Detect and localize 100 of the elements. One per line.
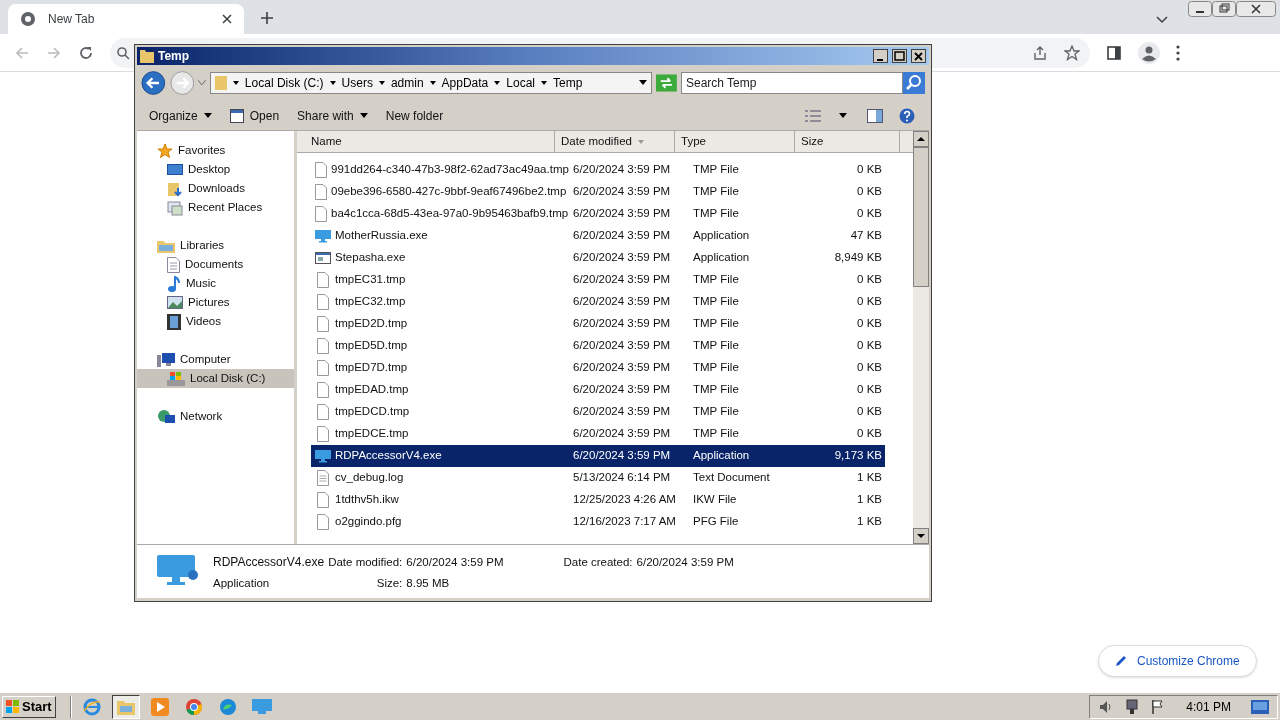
- clock[interactable]: 4:01 PM: [1186, 697, 1231, 716]
- windows-logo-icon: [6, 699, 20, 714]
- file-row[interactable]: 09ebe396-6580-427c-9bbf-9eaf67496be2.tmp 6/20/2024 3:59 PM TMP File 0 KB: [311, 181, 885, 203]
- breadcrumb-item[interactable]: Temp: [552, 74, 583, 92]
- scrollbar[interactable]: [913, 131, 929, 544]
- sidebar-item[interactable]: Libraries: [137, 236, 294, 255]
- start-button[interactable]: Start: [2, 695, 56, 718]
- file-type: IKW File: [693, 493, 737, 506]
- close-icon[interactable]: [911, 49, 926, 63]
- toolbar-button[interactable]: New folder: [377, 103, 452, 128]
- detail-value: 6/20/2024 3:59 PM: [636, 555, 734, 570]
- customize-chrome-button[interactable]: Customize Chrome: [1098, 645, 1257, 677]
- sidebar-item[interactable]: Desktop: [137, 160, 294, 179]
- refresh-icon[interactable]: [656, 74, 677, 92]
- date-modified: 6/20/2024 3:59 PM: [573, 427, 671, 440]
- file-icon: [317, 426, 329, 442]
- sidebar-item[interactable]: Documents: [137, 255, 294, 274]
- toolbar-button[interactable]: Open: [221, 103, 288, 128]
- file-name: tmpEDCD.tmp: [335, 404, 410, 420]
- scroll-down-icon[interactable]: [913, 528, 929, 544]
- scroll-thumb[interactable]: [913, 147, 929, 287]
- help-icon[interactable]: [899, 107, 915, 124]
- file-row[interactable]: tmpEDCE.tmp 6/20/2024 3:59 PM TMP File 0 KB: [311, 423, 885, 445]
- date-modified: 6/20/2024 3:59 PM: [573, 383, 671, 396]
- file-icon: [317, 272, 329, 288]
- date-modified: 12/25/2023 4:26 AM: [573, 493, 676, 506]
- file-row[interactable]: tmpEDAD.tmp 6/20/2024 3:59 PM TMP File 0 KB: [311, 379, 885, 401]
- date-modified: 6/20/2024 3:59 PM: [573, 295, 671, 308]
- reload-icon[interactable]: [78, 44, 94, 61]
- caret-down-icon[interactable]: [839, 113, 847, 118]
- file-row[interactable]: tmpEC32.tmp 6/20/2024 3:59 PM TMP File 0 KB: [311, 291, 885, 313]
- sort-arrow-icon: [637, 139, 644, 144]
- taskbar-app[interactable]: [111, 694, 140, 719]
- profile-icon[interactable]: [1138, 41, 1160, 64]
- file-row[interactable]: tmpED2D.tmp 6/20/2024 3:59 PM TMP File 0 KB: [311, 313, 885, 335]
- breadcrumb-item[interactable]: Users: [341, 74, 373, 92]
- close-icon[interactable]: [1236, 1, 1276, 17]
- file-row[interactable]: tmpEDCD.tmp 6/20/2024 3:59 PM TMP File 0 KB: [311, 401, 885, 423]
- sidebar-item[interactable]: Videos: [137, 312, 294, 331]
- chevron-down-icon[interactable]: [1156, 16, 1168, 24]
- maximize-icon[interactable]: [892, 49, 907, 63]
- date-modified: 6/20/2024 3:59 PM: [573, 405, 671, 418]
- toolbar-button[interactable]: Share with: [289, 103, 376, 128]
- disk-drive-icon: [167, 370, 185, 387]
- file-row[interactable]: cv_debug.log 5/13/2024 6:14 PM Text Document 1 KB: [311, 467, 885, 489]
- sidebar-item[interactable]: Recent Places: [137, 198, 294, 217]
- file-icon: [317, 294, 329, 310]
- breadcrumb-item[interactable]: admin: [390, 74, 424, 92]
- file-row[interactable]: ba4c1cca-68d5-43ea-97a0-9b95463bafb9.tmp 6/20/2024 3:59 PM TMP File 0 KB: [311, 203, 885, 225]
- side-panel-icon[interactable]: [1106, 44, 1122, 61]
- sidebar-item[interactable]: Downloads: [137, 179, 294, 198]
- date-modified: 6/20/2024 3:59 PM: [573, 207, 671, 220]
- new-tab-icon[interactable]: [260, 11, 274, 25]
- open-window-icon: [229, 108, 244, 123]
- chrome-icon: [20, 11, 36, 27]
- file-size: 0 KB: [857, 361, 882, 374]
- file-row[interactable]: MotherRussia.exe 6/20/2024 3:59 PM Application 47 KB: [311, 225, 885, 247]
- minimize-icon[interactable]: [873, 49, 888, 63]
- browser-tab[interactable]: New Tab: [8, 4, 244, 34]
- sidebar-item[interactable]: Favorites: [137, 141, 294, 160]
- file-row[interactable]: tmpED5D.tmp 6/20/2024 3:59 PM TMP File 0 KB: [311, 335, 885, 357]
- scroll-up-icon[interactable]: [913, 131, 929, 147]
- file-row[interactable]: 991dd264-c340-47b3-98f2-62ad73ac49aa.tmp 6/20/2024 3:59 PM TMP File 0 KB: [311, 159, 885, 181]
- search-field[interactable]: Search Temp: [681, 72, 903, 94]
- file-row[interactable]: tmpED7D.tmp 6/20/2024 3:59 PM TMP File 0 KB: [311, 357, 885, 379]
- sidebar-item[interactable]: Local Disk (C:): [137, 369, 294, 388]
- breadcrumb-item[interactable]: AppData: [441, 74, 489, 92]
- file-row[interactable]: RDPAccessorV4.exe 6/20/2024 3:59 PM Application 9,173 KB: [311, 445, 885, 467]
- share-icon[interactable]: [1032, 44, 1048, 61]
- edge-icon: [218, 697, 237, 716]
- file-row[interactable]: 1tdthv5h.ikw 12/25/2023 4:26 AM IKW File 1 KB: [311, 489, 885, 511]
- network-icon[interactable]: [1124, 698, 1141, 715]
- restore-icon[interactable]: [1212, 1, 1236, 17]
- bookmark-star-icon[interactable]: [1064, 44, 1080, 61]
- sidebar-item[interactable]: Network: [137, 407, 294, 426]
- back-icon[interactable]: [141, 70, 166, 96]
- sidebar-item[interactable]: Computer: [137, 350, 294, 369]
- preview-pane-icon[interactable]: [867, 108, 883, 123]
- breadcrumb-item[interactable]: Local: [506, 74, 535, 92]
- file-row[interactable]: o2ggindo.pfg 12/16/2023 7:17 AM PFG File 1 KB: [311, 511, 885, 533]
- sidebar-item[interactable]: Pictures: [137, 293, 294, 312]
- column-header[interactable]: Size: [795, 131, 900, 152]
- minimize-icon[interactable]: [1188, 1, 1212, 17]
- download-folder-icon: [167, 180, 183, 197]
- toolbar-button[interactable]: Organize: [141, 103, 220, 128]
- sidebar-item[interactable]: Music: [137, 274, 294, 293]
- file-name: tmpEC31.tmp: [335, 272, 406, 288]
- date-modified: 6/20/2024 3:59 PM: [573, 317, 671, 330]
- column-header[interactable]: Date modified: [555, 131, 675, 152]
- show-desktop-icon[interactable]: [1251, 699, 1269, 714]
- file-row[interactable]: Stepasha.exe 6/20/2024 3:59 PM Application 8,949 KB: [311, 247, 885, 269]
- column-header[interactable]: Name: [297, 131, 555, 152]
- menu-icon[interactable]: [1176, 44, 1180, 61]
- address-bar[interactable]: Local Disk (C:) Users admin AppData Local Temp: [209, 72, 653, 94]
- dropdown-icon[interactable]: [639, 80, 648, 86]
- breadcrumb-item[interactable]: Local Disk (C:): [244, 74, 324, 92]
- column-header[interactable]: Type: [675, 131, 795, 152]
- file-row[interactable]: tmpEC31.tmp 6/20/2024 3:59 PM TMP File 0 KB: [311, 269, 885, 291]
- close-icon[interactable]: [222, 14, 232, 24]
- search-icon[interactable]: [903, 72, 925, 94]
